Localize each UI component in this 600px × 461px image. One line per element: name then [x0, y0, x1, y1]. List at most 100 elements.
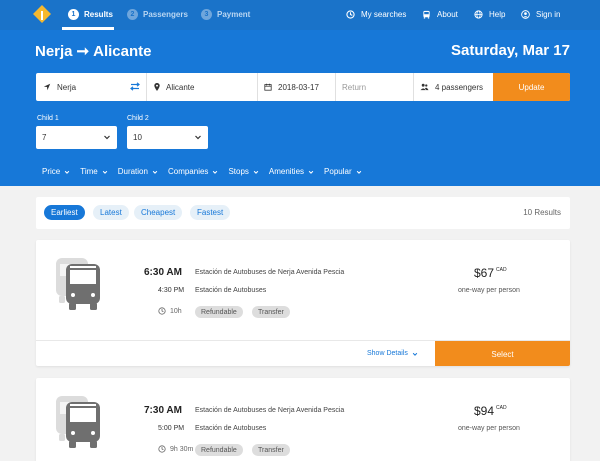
filter-amenities[interactable]: Amenities — [269, 167, 314, 176]
sort-earliest[interactable]: Earliest — [44, 205, 85, 220]
clock-icon — [158, 307, 166, 315]
departure-date-field[interactable]: 2018-03-17 — [258, 73, 336, 101]
destination-city: Alicante — [93, 42, 152, 60]
update-button[interactable]: Update — [493, 73, 570, 101]
step-passengers[interactable]: 2 Passengers — [127, 9, 188, 20]
sign-in-link[interactable]: Sign in — [521, 10, 560, 19]
chevron-down-icon — [412, 352, 418, 356]
user-icon — [521, 10, 530, 19]
search-bar: Nerja Alicante 2018-03-17 Return 4 passe… — [36, 73, 570, 101]
people-icon — [420, 83, 429, 91]
results-count: 10 Results — [523, 208, 561, 217]
sort-bar: Earliest Latest Cheapest Fastest 10 Resu… — [36, 197, 570, 229]
filter-time[interactable]: Time — [80, 167, 107, 176]
navigation-arrow-icon — [43, 83, 51, 91]
logo-icon[interactable] — [33, 5, 51, 23]
chevron-down-icon — [253, 170, 259, 174]
price-currency: CAD — [496, 405, 507, 411]
filter-bar: Price Time Duration Companies Stops Amen… — [42, 167, 372, 176]
filter-companies[interactable]: Companies — [168, 167, 218, 176]
chevron-down-icon — [104, 135, 110, 140]
price-currency: CAD — [496, 267, 507, 273]
filter-label: Time — [80, 167, 98, 176]
about-link[interactable]: About — [422, 10, 458, 19]
departure-time: 7:30 AM — [144, 405, 182, 416]
bus-icon — [56, 396, 100, 448]
my-searches-label: My searches — [361, 10, 407, 19]
filter-duration[interactable]: Duration — [118, 167, 158, 176]
sign-in-label: Sign in — [536, 10, 561, 19]
child-1-age-select[interactable]: 7 — [36, 126, 117, 149]
history-icon — [346, 10, 355, 19]
swap-icon[interactable] — [130, 82, 140, 93]
show-details-label: Show Details — [367, 350, 408, 357]
origin-city: Nerja — [35, 42, 73, 60]
bus-icon — [423, 10, 430, 19]
price: $67 CAD — [474, 266, 507, 280]
chevron-down-icon — [102, 170, 107, 174]
price-value: $67 — [474, 266, 495, 280]
origin-field[interactable]: Nerja — [36, 73, 147, 101]
filter-label: Price — [42, 167, 61, 176]
arrival-station: Estación de Autobuses — [195, 287, 267, 294]
filter-label: Companies — [167, 167, 209, 176]
filter-label: Stops — [228, 167, 249, 176]
chevron-down-icon — [213, 170, 218, 174]
child-1-age-value: 7 — [42, 133, 47, 142]
filter-price[interactable]: Price — [42, 167, 70, 176]
chevron-down-icon — [195, 135, 201, 140]
passengers-value: 4 passengers — [435, 82, 484, 92]
filter-label: Amenities — [268, 167, 305, 176]
show-details-link[interactable]: Show Details — [367, 350, 418, 357]
departure-date-value: 2018-03-17 — [278, 82, 319, 92]
chevron-down-icon — [356, 170, 361, 174]
destination-field[interactable]: Alicante — [147, 73, 258, 101]
step-payment[interactable]: 3 Payment — [201, 9, 250, 20]
arrival-station: Estación de Autobuses — [195, 425, 267, 432]
step-label: Payment — [217, 10, 251, 19]
help-label: Help — [489, 10, 506, 19]
refundable-tag: Refundable — [195, 444, 243, 456]
trip-duration: 10h — [158, 307, 182, 315]
transfer-tag: Transfer — [252, 444, 290, 456]
step-results[interactable]: 1 Results — [68, 9, 113, 20]
step-label: Passengers — [143, 10, 188, 19]
transfer-tag: Transfer — [252, 306, 290, 318]
sort-latest[interactable]: Latest — [93, 205, 129, 220]
select-button[interactable]: Select — [435, 341, 570, 366]
help-link[interactable]: Help — [474, 10, 505, 19]
duration-value: 10h — [170, 307, 182, 315]
filter-popular[interactable]: Popular — [324, 167, 362, 176]
route-arrow-icon: ➞ — [76, 43, 90, 60]
calendar-icon — [264, 83, 272, 91]
price-note: one-way per person — [458, 287, 520, 294]
step-number: 3 — [201, 9, 212, 20]
child-2-age-select[interactable]: 10 — [127, 126, 208, 149]
child-1-label: Child 1 — [37, 115, 59, 122]
departure-time: 6:30 AM — [144, 267, 182, 278]
step-label: Results — [84, 10, 113, 19]
refundable-tag: Refundable — [195, 306, 243, 318]
child-2-label: Child 2 — [127, 115, 149, 122]
passengers-field[interactable]: 4 passengers — [414, 73, 493, 101]
origin-value: Nerja — [57, 82, 77, 92]
return-date-field[interactable]: Return — [336, 73, 414, 101]
step-number: 2 — [127, 9, 138, 20]
result-card: 7:30 AM Estación de Autobuses de Nerja A… — [36, 378, 570, 461]
price-note: one-way per person — [458, 425, 520, 432]
sort-cheapest[interactable]: Cheapest — [134, 205, 183, 220]
clock-icon — [158, 445, 166, 453]
result-card: 6:30 AM Estación de Autobuses de Nerja A… — [36, 240, 570, 366]
arrival-time: 4:30 PM — [158, 287, 185, 294]
chevron-down-icon — [308, 170, 314, 174]
route-title: Nerja ➞ Alicante — [35, 42, 152, 61]
step-number: 1 — [68, 9, 79, 20]
filter-stops[interactable]: Stops — [228, 167, 259, 176]
sort-fastest[interactable]: Fastest — [190, 205, 231, 220]
my-searches-link[interactable]: My searches — [346, 10, 406, 19]
card-footer: Show Details Select — [36, 340, 570, 366]
duration-value: 9h 30m — [170, 445, 194, 453]
trip-duration: 9h 30m — [158, 445, 193, 453]
map-pin-icon — [154, 83, 160, 91]
child-2-age-value: 10 — [133, 133, 142, 142]
